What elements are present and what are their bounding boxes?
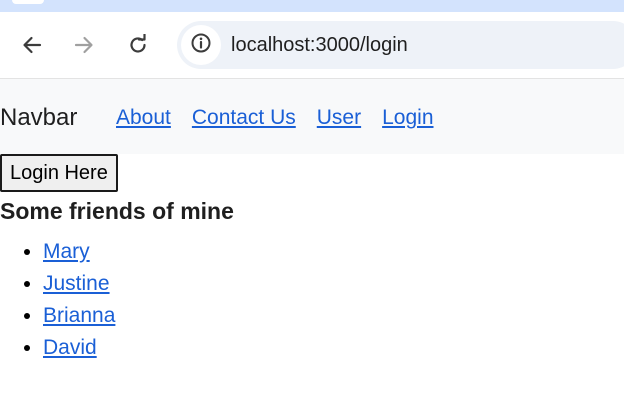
arrow-left-icon	[21, 34, 43, 56]
url-text[interactable]: localhost:3000/login	[231, 33, 408, 57]
list-item: Justine	[43, 269, 115, 301]
reload-button[interactable]	[121, 28, 155, 62]
tab-strip	[0, 0, 624, 12]
back-button[interactable]	[15, 28, 49, 62]
arrow-right-icon	[73, 34, 95, 56]
nav-link-about[interactable]: About	[116, 104, 171, 132]
friend-link-justine[interactable]: Justine	[43, 272, 110, 295]
friends-heading: Some friends of mine	[0, 198, 234, 224]
nav-link-login[interactable]: Login	[382, 104, 433, 132]
login-here-button[interactable]: Login Here	[0, 154, 118, 192]
friends-list: Mary Justine Brianna David	[0, 237, 115, 365]
friend-link-mary[interactable]: Mary	[43, 240, 90, 263]
reload-icon	[127, 34, 149, 56]
friend-link-brianna[interactable]: Brianna	[43, 304, 115, 327]
list-item: Mary	[43, 237, 115, 269]
nav-links: About Contact Us User Login	[116, 104, 434, 132]
friend-link-david[interactable]: David	[43, 336, 97, 359]
list-item: David	[43, 333, 115, 365]
site-info-button[interactable]	[181, 25, 221, 65]
navbar: Navbar About Contact Us User Login	[0, 79, 624, 154]
info-icon	[190, 32, 212, 59]
address-bar[interactable]: localhost:3000/login	[177, 21, 624, 69]
active-tab[interactable]	[12, 0, 44, 4]
browser-toolbar: localhost:3000/login	[0, 12, 624, 78]
list-item: Brianna	[43, 301, 115, 333]
nav-link-user[interactable]: User	[317, 104, 361, 132]
navbar-brand: Navbar	[0, 104, 78, 131]
nav-link-contact-us[interactable]: Contact Us	[192, 104, 296, 132]
forward-button[interactable]	[67, 28, 101, 62]
